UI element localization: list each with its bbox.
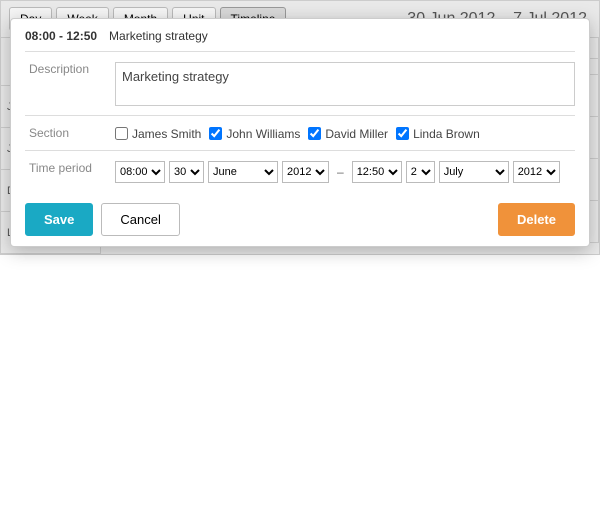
start-month-select[interactable]: June	[208, 161, 278, 183]
start-time-select[interactable]: 08:00	[115, 161, 165, 183]
section-checkbox-input[interactable]	[396, 127, 409, 140]
section-checkbox-input[interactable]	[115, 127, 128, 140]
cancel-button[interactable]: Cancel	[101, 203, 179, 236]
label-description: Description	[25, 52, 115, 116]
section-checkbox-label: Linda Brown	[413, 127, 480, 141]
end-time-select[interactable]: 12:50	[352, 161, 402, 183]
label-section: Section	[25, 116, 115, 151]
end-year-select[interactable]: 2012	[513, 161, 560, 183]
delete-button[interactable]: Delete	[498, 203, 575, 236]
section-checkbox-label: John Williams	[226, 127, 300, 141]
time-period-row: 08:00 30 June 2012 – 12:50 2 July 2012	[115, 161, 575, 183]
event-editor: 08:00 - 12:50 Marketing strategy Descrip…	[10, 18, 590, 247]
section-checkbox-group: James Smith John Williams David Miller Lind…	[115, 116, 575, 151]
section-checkbox[interactable]: David Miller	[308, 127, 388, 141]
section-checkbox[interactable]: James Smith	[115, 127, 201, 141]
section-checkbox[interactable]: John Williams	[209, 127, 300, 141]
section-checkbox-input[interactable]	[308, 127, 321, 140]
section-checkbox-label: David Miller	[325, 127, 388, 141]
editor-event-title: Marketing strategy	[109, 29, 208, 43]
save-button[interactable]: Save	[25, 203, 93, 236]
label-time-period: Time period	[25, 151, 115, 190]
end-month-select[interactable]: July	[439, 161, 509, 183]
section-checkbox-input[interactable]	[209, 127, 222, 140]
start-year-select[interactable]: 2012	[282, 161, 329, 183]
end-day-select[interactable]: 2	[406, 161, 435, 183]
section-checkbox[interactable]: Linda Brown	[396, 127, 480, 141]
editor-time-range: 08:00 - 12:50	[25, 29, 97, 43]
start-day-select[interactable]: 30	[169, 161, 204, 183]
time-range-separator: –	[337, 165, 344, 179]
description-input[interactable]: Marketing strategy	[115, 62, 575, 106]
section-checkbox-label: James Smith	[132, 127, 201, 141]
